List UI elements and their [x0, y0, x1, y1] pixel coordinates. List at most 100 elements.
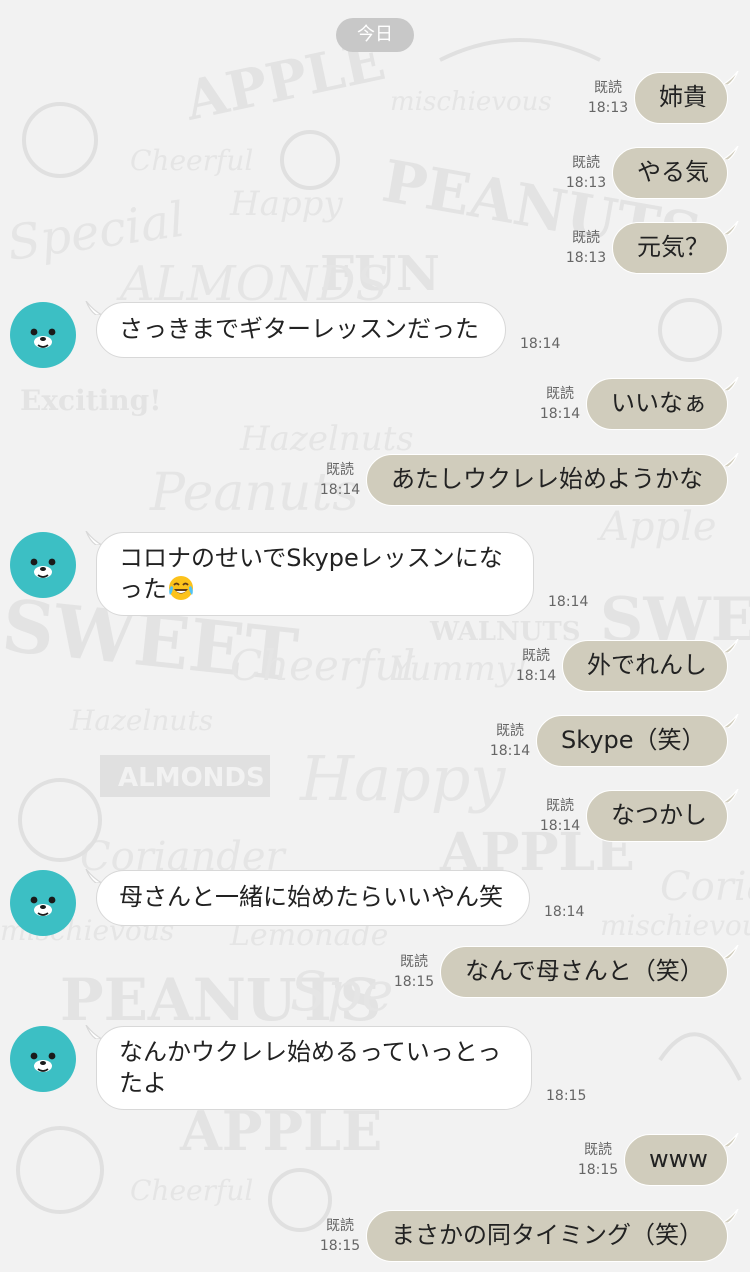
- message-time: 18:15: [546, 1088, 587, 1104]
- read-receipt: 既読 18:15: [574, 1140, 622, 1180]
- message-text: 元気？: [637, 233, 709, 261]
- read-receipt: 既読 18:15: [316, 1216, 364, 1256]
- bubble-tail: [721, 376, 740, 392]
- bubble-tail: [721, 788, 740, 804]
- message-time: 18:14: [539, 406, 581, 422]
- bubble-tail: [84, 868, 103, 884]
- message-text: さっきまでギターレッスンだった: [119, 315, 479, 343]
- message-text: 姉貴: [659, 83, 707, 111]
- received-message-bubble[interactable]: なんかウクレレ始めるっていっとったよ: [96, 1026, 532, 1110]
- bubble-tail: [721, 713, 740, 729]
- sent-message-bubble[interactable]: なんで母さんと（笑）: [440, 946, 728, 998]
- message-time: 18:14: [489, 743, 531, 759]
- message-text: いいなぁ: [611, 389, 707, 417]
- read-receipt: 既読 18:14: [486, 721, 534, 761]
- read-label: 既読: [546, 386, 574, 402]
- sent-message-row: 既読 18:15 なんで母さんと（笑）: [0, 944, 750, 998]
- read-receipt: 既読 18:13: [584, 78, 632, 118]
- bubble-tail: [84, 300, 103, 316]
- sent-message-row: 既読 18:13 元気？: [0, 220, 750, 274]
- bubble-tail: [721, 70, 740, 86]
- date-separator: 今日: [336, 18, 414, 52]
- bubble-tail: [721, 944, 740, 960]
- read-receipt: 既読 18:15: [390, 952, 438, 992]
- sent-message-row: 既読 18:14 あたしウクレレ始めようかな: [0, 452, 750, 506]
- sent-message-bubble[interactable]: 外でれんし: [562, 640, 728, 692]
- sent-message-bubble[interactable]: www: [624, 1134, 728, 1186]
- read-label: 既読: [594, 80, 622, 96]
- bubble-tail: [721, 220, 740, 236]
- message-text: なんで母さんと（笑）: [465, 957, 704, 985]
- bubble-tail: [721, 145, 740, 161]
- received-message-row: 18:14 コロナのせいでSkypeレッスンになった: [0, 530, 750, 616]
- received-message-row: 18:14 母さんと一緒に始めたらいいやん笑: [0, 868, 750, 936]
- message-text: Skype（笑）: [561, 726, 706, 754]
- message-time: 18:15: [319, 1238, 361, 1254]
- message-time: 18:14: [520, 336, 561, 352]
- message-text: まさかの同タイミング（笑）: [391, 1221, 703, 1249]
- read-receipt: 既読 18:13: [562, 228, 610, 268]
- sent-message-bubble[interactable]: いいなぁ: [586, 378, 728, 430]
- received-message-bubble[interactable]: 母さんと一緒に始めたらいいやん笑: [96, 870, 530, 926]
- message-text: あたしウクレレ始めようかな: [391, 465, 703, 493]
- message-time: 18:15: [577, 1162, 619, 1178]
- sent-message-row: 既読 18:15 www: [0, 1132, 750, 1186]
- sent-message-row: 既読 18:13 やる気: [0, 145, 750, 199]
- message-text: なんかウクレレ始めるっていっとったよ: [119, 1038, 502, 1097]
- read-receipt: 既読 18:14: [536, 384, 584, 424]
- sent-message-bubble[interactable]: あたしウクレレ始めようかな: [366, 454, 728, 506]
- read-label: 既読: [400, 954, 428, 970]
- sent-message-bubble[interactable]: やる気: [612, 147, 728, 199]
- received-message-bubble[interactable]: コロナのせいでSkypeレッスンになった: [96, 532, 534, 616]
- read-label: 既読: [584, 1142, 612, 1158]
- bubble-tail: [84, 1024, 103, 1040]
- bubble-tail: [721, 638, 740, 654]
- bubble-tail: [721, 1132, 740, 1148]
- message-time: 18:13: [565, 250, 607, 266]
- sent-message-row: 既読 18:13 姉貴: [0, 70, 750, 124]
- sent-message-row: 既読 18:14 いいなぁ: [0, 376, 750, 430]
- sent-message-bubble[interactable]: Skype（笑）: [536, 715, 728, 767]
- message-time: 18:13: [587, 100, 629, 116]
- message-time: 18:15: [393, 974, 435, 990]
- read-label: 既読: [496, 723, 524, 739]
- message-time: 18:14: [544, 904, 585, 920]
- bubble-tail: [721, 452, 740, 468]
- contact-avatar[interactable]: [10, 870, 76, 936]
- message-time: 18:13: [565, 175, 607, 191]
- contact-avatar[interactable]: [10, 1026, 76, 1092]
- read-receipt: 既読 18:14: [512, 646, 560, 686]
- bubble-tail: [84, 530, 103, 546]
- read-label: 既読: [326, 462, 354, 478]
- read-receipt: 既読 18:14: [316, 460, 364, 500]
- received-message-row: 18:14 さっきまでギターレッスンだった: [0, 300, 750, 368]
- received-message-row: 18:15 なんかウクレレ始めるっていっとったよ: [0, 1024, 750, 1110]
- contact-avatar[interactable]: [10, 532, 76, 598]
- sent-message-row: 既読 18:14 なつかし: [0, 788, 750, 842]
- read-label: 既読: [546, 798, 574, 814]
- svg-text:ALMONDS: ALMONDS: [118, 763, 265, 793]
- read-label: 既読: [572, 155, 600, 171]
- message-time: 18:14: [548, 594, 589, 610]
- message-text: 母さんと一緒に始めたらいいやん笑: [119, 883, 503, 911]
- message-text: www: [649, 1145, 708, 1173]
- sent-message-row: 既読 18:14 外でれんし: [0, 638, 750, 692]
- sent-message-bubble[interactable]: まさかの同タイミング（笑）: [366, 1210, 728, 1262]
- bubble-tail: [721, 1208, 740, 1224]
- sent-message-row: 既読 18:15 まさかの同タイミング（笑）: [0, 1208, 750, 1262]
- message-text: 外でれんし: [587, 651, 707, 679]
- sent-message-bubble[interactable]: 元気？: [612, 222, 728, 274]
- face-with-tears-of-joy-icon: [169, 576, 193, 600]
- sent-message-bubble[interactable]: 姉貴: [634, 72, 728, 124]
- read-label: 既読: [522, 648, 550, 664]
- received-message-bubble[interactable]: さっきまでギターレッスンだった: [96, 302, 506, 358]
- message-text: やる気: [637, 158, 709, 186]
- read-receipt: 既読 18:13: [562, 153, 610, 193]
- message-time: 18:14: [539, 818, 581, 834]
- contact-avatar[interactable]: [10, 302, 76, 368]
- read-label: 既読: [326, 1218, 354, 1234]
- message-time: 18:14: [515, 668, 557, 684]
- read-label: 既読: [572, 230, 600, 246]
- sent-message-bubble[interactable]: なつかし: [586, 790, 728, 842]
- sent-message-row: 既読 18:14 Skype（笑）: [0, 713, 750, 767]
